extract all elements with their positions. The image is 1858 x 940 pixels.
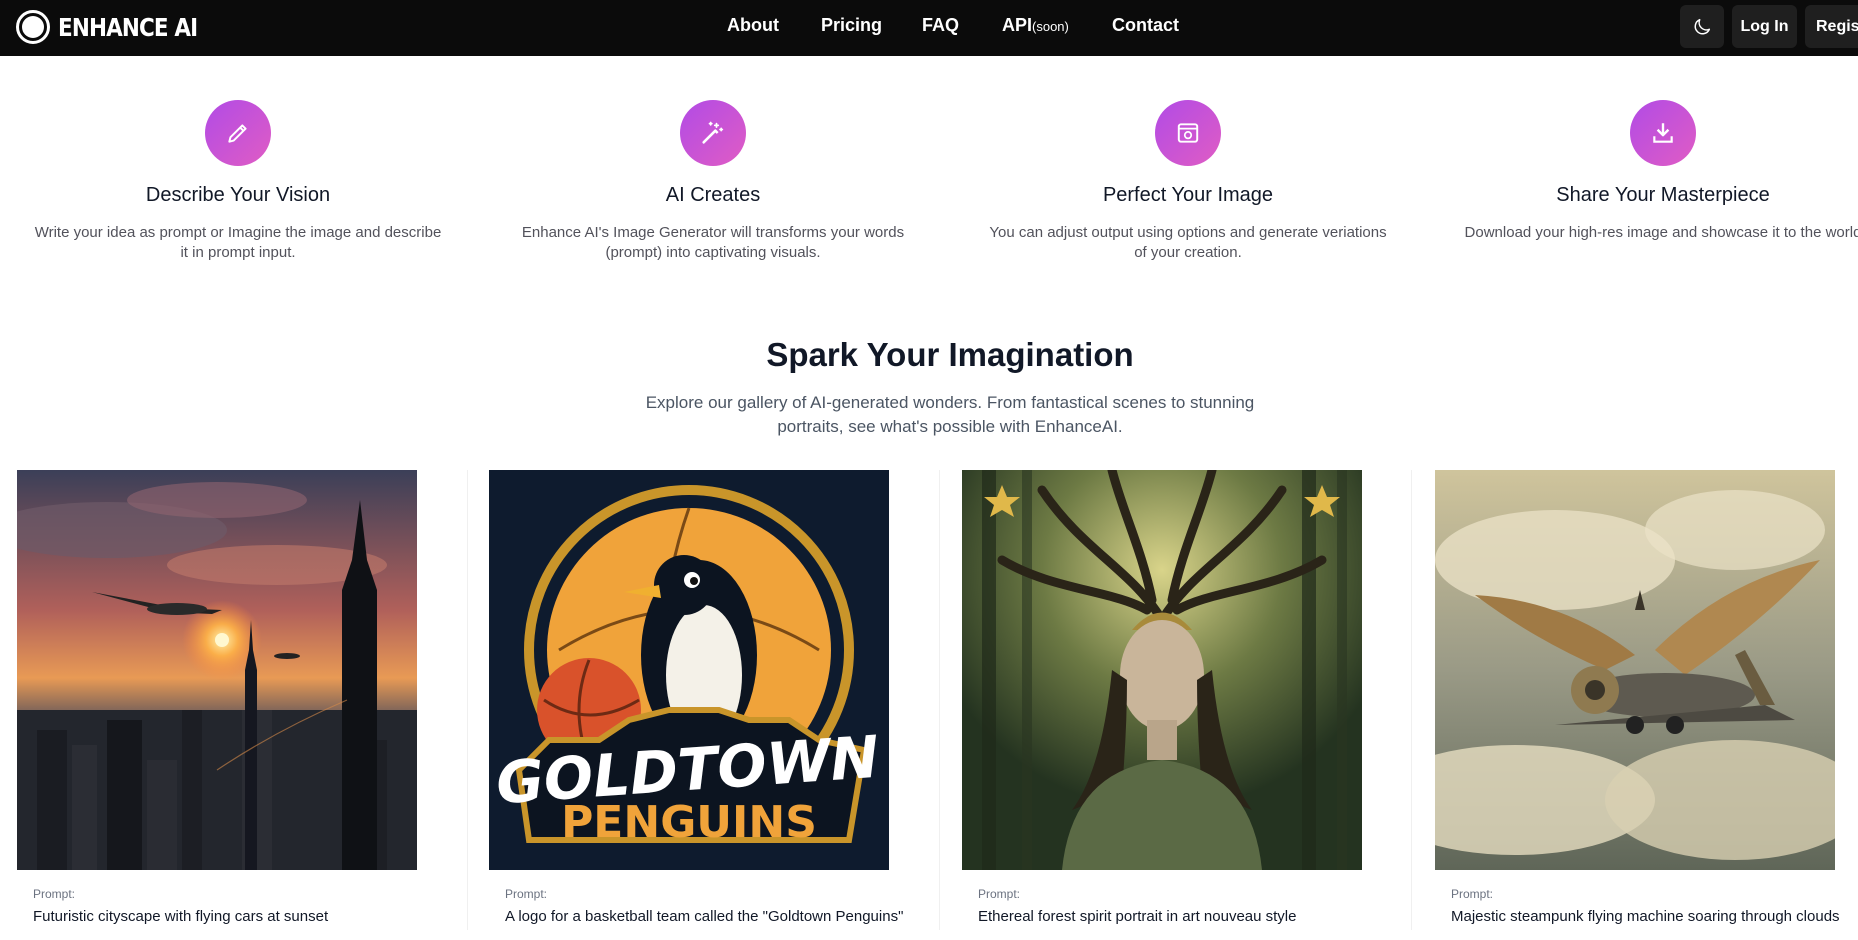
nav-link-api-label: API	[1002, 15, 1033, 35]
image-settings-icon	[1155, 100, 1221, 166]
step-ai-creates: AI Creates Enhance AI's Image Generator …	[493, 100, 933, 263]
step-title: Perfect Your Image	[1102, 184, 1274, 206]
top-navbar: ENHANCE AI About Pricing FAQ API(soon) C…	[0, 0, 1858, 56]
gallery-card-penguins-logo[interactable]: GOLDTOWN PENGUINS Prompt: A logo for a b…	[472, 470, 912, 940]
pencil-icon	[205, 100, 271, 166]
nav-link-contact[interactable]: Contact	[1112, 15, 1179, 36]
step-title: Describe Your Vision	[145, 184, 331, 206]
section-description: Explore our gallery of AI-generated wond…	[645, 393, 1255, 436]
section-title: Spark Your Imagination	[766, 336, 1134, 373]
gallery-image[interactable]	[17, 470, 417, 870]
prompt-text: A logo for a basketball team called the …	[505, 908, 904, 925]
prompt-text: Ethereal forest spirit portrait in art n…	[978, 908, 1297, 925]
step-title: Share Your Masterpiece	[1556, 184, 1770, 206]
theme-toggle-button[interactable]	[1680, 5, 1724, 48]
step-perfect-image: Perfect Your Image You can adjust output…	[968, 100, 1408, 263]
gallery-card-forest-spirit[interactable]: Prompt: Ethereal forest spirit portrait …	[945, 470, 1385, 940]
api-soon-badge: (soon)	[1032, 19, 1069, 34]
brand-name: ENHANCE AI	[58, 12, 198, 42]
gallery-image[interactable]	[1435, 470, 1835, 870]
card-divider	[467, 470, 468, 930]
card-divider	[1411, 470, 1412, 930]
gallery-image[interactable]	[962, 470, 1362, 870]
step-describe: Describe Your Vision Write your idea as …	[18, 100, 458, 263]
login-button[interactable]: Log In	[1732, 5, 1797, 48]
nav-link-pricing[interactable]: Pricing	[821, 15, 882, 36]
gallery-image[interactable]: GOLDTOWN PENGUINS	[489, 470, 889, 870]
logo-line-2: PENGUINS	[561, 797, 817, 848]
moon-icon	[1694, 18, 1711, 34]
prompt-label: Prompt:	[33, 887, 76, 901]
prompt-label: Prompt:	[1451, 887, 1494, 901]
nav-link-about[interactable]: About	[727, 15, 779, 36]
download-icon	[1630, 100, 1696, 166]
prompt-text: Futuristic cityscape with flying cars at…	[33, 908, 329, 925]
gallery-card-cityscape[interactable]: Prompt: Futuristic cityscape with flying…	[0, 470, 440, 940]
step-title: AI Creates	[665, 184, 761, 206]
card-divider	[939, 470, 940, 930]
nav-link-api[interactable]: API(soon)	[1002, 15, 1069, 36]
register-button[interactable]: Regist	[1805, 5, 1858, 48]
nav-link-faq[interactable]: FAQ	[922, 15, 959, 36]
step-description: Enhance AI's Image Generator will transf…	[521, 224, 905, 261]
step-description: You can adjust output using options and …	[989, 224, 1387, 261]
prompt-label: Prompt:	[505, 887, 548, 901]
step-description: Download your high-res image and showcas…	[1464, 224, 1858, 241]
step-description: Write your idea as prompt or Imagine the…	[34, 224, 442, 261]
magic-wand-icon	[680, 100, 746, 166]
logo-circle-icon	[16, 10, 50, 44]
gallery-card-steampunk[interactable]: Prompt: Majestic steampunk flying machin…	[1418, 470, 1858, 940]
prompt-text: Majestic steampunk flying machine soarin…	[1451, 908, 1840, 925]
prompt-label: Prompt:	[978, 887, 1021, 901]
step-share: Share Your Masterpiece Download your hig…	[1443, 100, 1858, 243]
brand-logo[interactable]: ENHANCE AI	[16, 10, 220, 44]
